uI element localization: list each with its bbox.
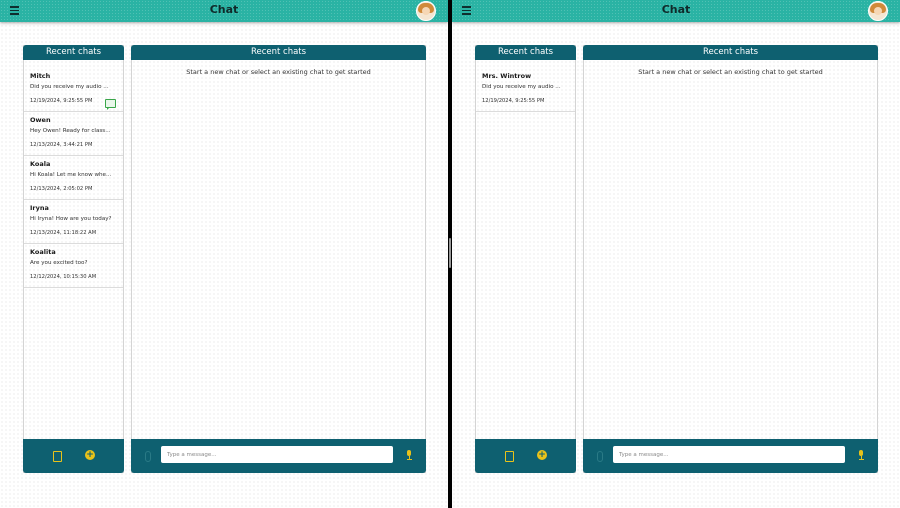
chat-list: Mitch Did you receive my audio ... 12/19… [24, 68, 123, 288]
chat-list: Mrs. Wintrow Did you receive my audio ..… [476, 68, 575, 112]
chat-name: Mrs. Wintrow [482, 72, 532, 80]
top-bar: Chat [452, 0, 900, 22]
chat-preview: Did you receive my audio ... [482, 84, 561, 90]
chat-list-item[interactable]: Owen Hey Owen! Ready for class... 12/13/… [24, 112, 123, 156]
split-divider-handle[interactable] [449, 238, 451, 268]
app-title: Chat [661, 3, 691, 16]
chat-list-item[interactable]: Iryna Hi Iryna! How are you today? 12/13… [24, 200, 123, 244]
microphone-icon[interactable] [406, 450, 412, 461]
chat-timestamp: 12/13/2024, 3:44:21 PM [30, 142, 93, 148]
chat-main-panel: Recent chats Start a new chat or select … [583, 45, 878, 473]
chat-list-item[interactable]: Koalita Are you excited too? 12/12/2024,… [24, 244, 123, 288]
left-pane: Chat Recent chats Mitch Did you receive … [0, 0, 448, 508]
chat-name: Owen [30, 116, 51, 124]
chat-timestamp: 12/19/2024, 9:25:55 PM [30, 98, 93, 104]
chat-preview: Hi Iryna! How are you today? [30, 216, 112, 222]
chat-list-item[interactable]: Mitch Did you receive my audio ... 12/19… [24, 68, 123, 112]
chat-timestamp: 12/13/2024, 2:05:02 PM [30, 186, 93, 192]
composer-bar [583, 439, 878, 473]
sidebar-footer: + [23, 439, 124, 473]
microphone-icon[interactable] [858, 450, 864, 461]
paperclip-icon[interactable] [145, 451, 151, 462]
chat-preview: Hey Owen! Ready for class... [30, 128, 111, 134]
plus-circle-icon[interactable]: + [85, 450, 95, 460]
composer-bar [131, 439, 426, 473]
recent-chats-sidebar: Recent chats Mitch Did you receive my au… [23, 45, 124, 473]
paperclip-icon[interactable] [597, 451, 603, 462]
chat-timestamp: 12/19/2024, 9:25:55 PM [482, 98, 545, 104]
avatar[interactable] [868, 1, 888, 21]
empty-state-message: Start a new chat or select an existing c… [186, 68, 371, 76]
message-badge-icon [105, 99, 116, 110]
avatar[interactable] [416, 1, 436, 21]
chat-name: Koalita [30, 248, 56, 256]
app-title: Chat [209, 3, 239, 16]
recent-chats-sidebar: Recent chats Mrs. Wintrow Did you receiv… [475, 45, 576, 473]
plus-circle-icon[interactable]: + [537, 450, 547, 460]
top-bar: Chat [0, 0, 448, 22]
chat-timestamp: 12/12/2024, 10:15:30 AM [30, 274, 97, 280]
chat-main-panel: Recent chats Start a new chat or select … [131, 45, 426, 473]
document-icon[interactable] [53, 451, 62, 462]
chat-name: Iryna [30, 204, 49, 212]
chat-timestamp: 12/13/2024, 11:18:22 AM [30, 230, 97, 236]
message-input[interactable] [161, 446, 393, 463]
chat-list-item[interactable]: Mrs. Wintrow Did you receive my audio ..… [476, 68, 575, 112]
sidebar-footer: + [475, 439, 576, 473]
chat-preview: Are you excited too? [30, 260, 88, 266]
main-title: Recent chats [583, 45, 878, 60]
chat-preview: Hi Koala! Let me know whe... [30, 172, 112, 178]
chat-name: Koala [30, 160, 51, 168]
message-input[interactable] [613, 446, 845, 463]
chat-preview: Did you receive my audio ... [30, 84, 109, 90]
sidebar-title: Recent chats [23, 45, 124, 60]
chat-list-item[interactable]: Koala Hi Koala! Let me know whe... 12/13… [24, 156, 123, 200]
sidebar-title: Recent chats [475, 45, 576, 60]
empty-state-message: Start a new chat or select an existing c… [638, 68, 823, 76]
chat-name: Mitch [30, 72, 51, 80]
main-title: Recent chats [131, 45, 426, 60]
document-icon[interactable] [505, 451, 514, 462]
right-pane: Chat Recent chats Mrs. Wintrow Did you r… [452, 0, 900, 508]
